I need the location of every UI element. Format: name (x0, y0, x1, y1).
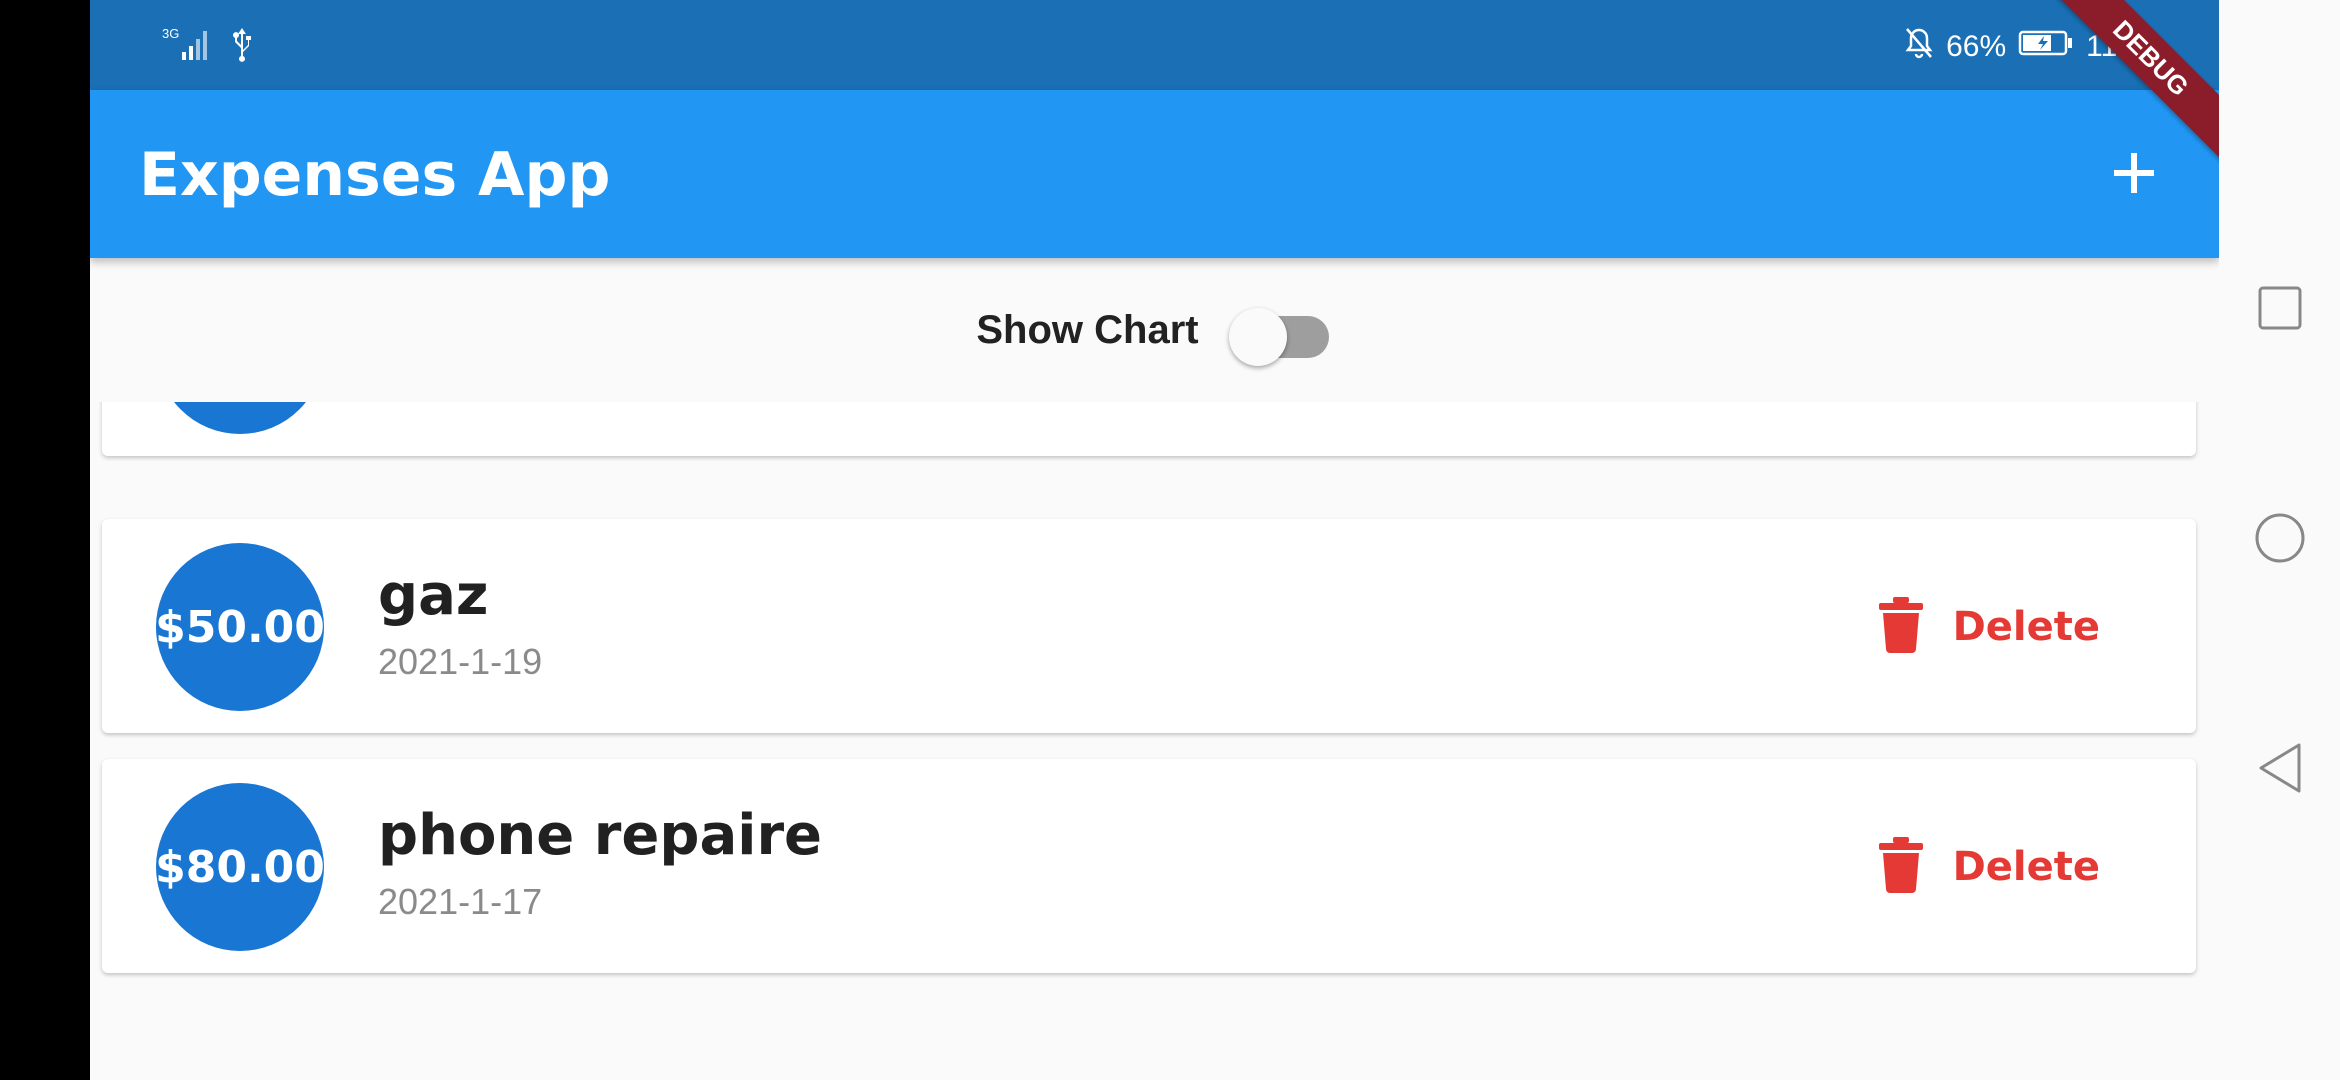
recents-button[interactable] (2219, 265, 2340, 355)
transaction-card: 2021-1-15 (102, 402, 2196, 456)
add-transaction-button[interactable] (2089, 130, 2179, 220)
app-bar: Expenses App (90, 90, 2219, 258)
home-button[interactable] (2219, 495, 2340, 585)
switch-thumb (1228, 308, 1287, 366)
signal-icon: 3G (162, 26, 216, 70)
circle-icon (2253, 511, 2307, 569)
battery-percent: 66% (1946, 30, 2007, 63)
delete-button[interactable]: Delete (1878, 597, 2100, 657)
delete-button[interactable]: Delete (1878, 837, 2100, 897)
delete-label: Delete (1952, 844, 2100, 890)
trash-icon (1878, 597, 1923, 657)
mute-bell-icon (1904, 26, 1934, 68)
system-nav-bar (2219, 0, 2340, 1080)
amount-text: $80.00 (155, 841, 325, 893)
amount-avatar (156, 402, 324, 434)
transaction-card: $50.00 gaz 2021-1-19 Delete (102, 519, 2196, 733)
square-icon (2256, 284, 2304, 336)
show-chart-label: Show Chart (976, 307, 1199, 352)
transaction-date: 2021-1-15 (378, 402, 542, 406)
transaction-title: phone repaire (378, 803, 823, 868)
usb-icon (230, 26, 254, 70)
plus-icon (2110, 149, 2158, 201)
app-title: Expenses App (139, 140, 611, 210)
network-type: 3G (162, 26, 179, 41)
app-window: 3G 66% Expenses App DEBUG Show Chart $50… (90, 0, 2219, 1080)
triangle-back-icon (2255, 741, 2305, 799)
transaction-card: $80.00 phone repaire 2021-1-17 Delete (102, 759, 2196, 973)
battery-icon (2018, 28, 2074, 66)
camera-cutout-area (0, 0, 90, 1080)
transaction-list[interactable]: 2021-1-15 $50.00 gaz 2021-1-19 (90, 402, 2219, 1080)
amount-avatar: $80.00 (155, 783, 325, 951)
amount-text: $50.00 (155, 601, 325, 653)
transaction-date: 2021-1-19 (378, 641, 543, 682)
status-bar: 3G 66% (90, 0, 2219, 90)
transaction-date: 2021-1-17 (378, 881, 543, 922)
trash-icon (1878, 837, 1923, 897)
delete-label: Delete (1952, 604, 2100, 650)
back-button[interactable] (2219, 725, 2340, 815)
show-chart-switch[interactable] (1228, 300, 1333, 366)
show-chart-row: Show Chart (90, 258, 2219, 402)
amount-avatar: $50.00 (155, 543, 325, 711)
transaction-title: gaz (378, 563, 489, 628)
